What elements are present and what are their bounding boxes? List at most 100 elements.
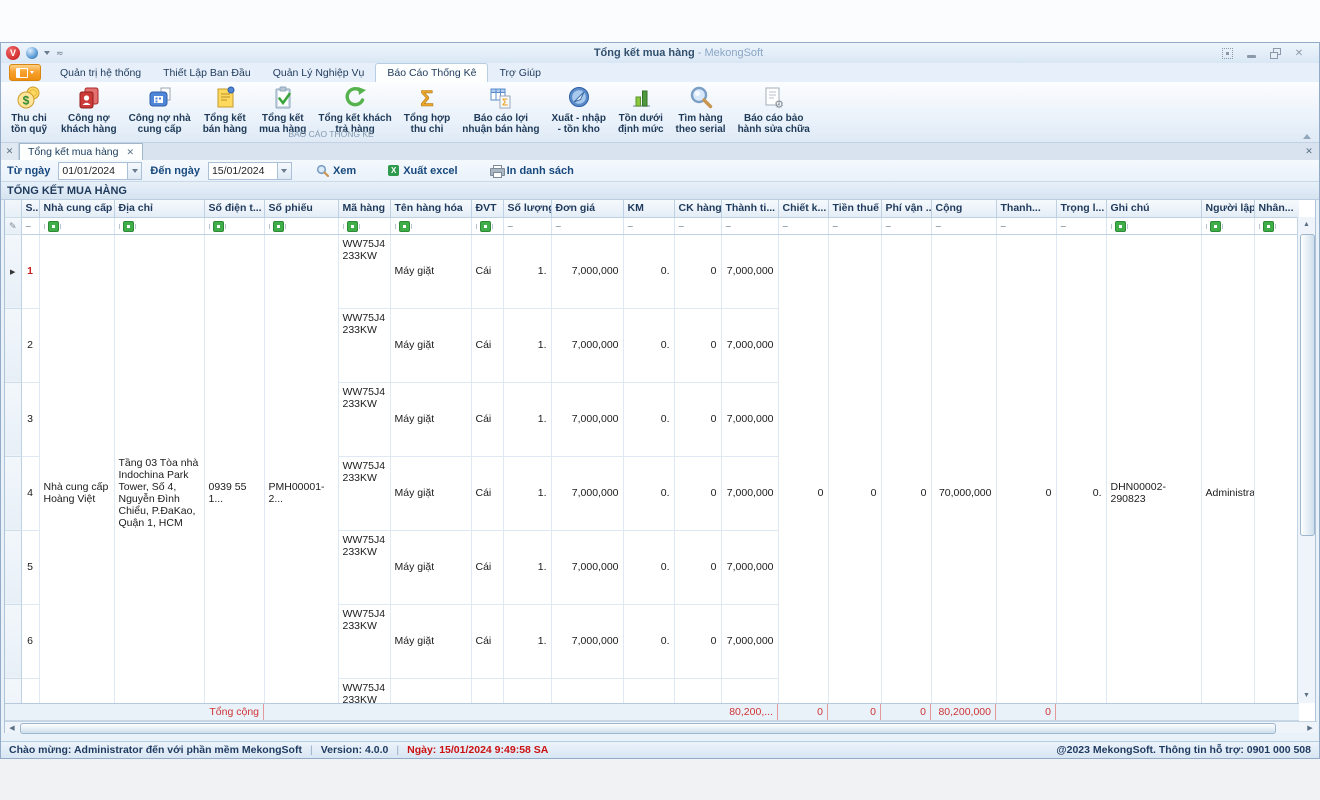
ribbon-button-profit-table[interactable]: ΣBáo cáo lợi nhuận bán hàng [456,82,545,135]
view-button[interactable]: Xem [312,164,360,177]
tab-close-icon[interactable]: ✕ [126,147,134,158]
filter-cell-dia-chi[interactable] [114,217,204,234]
filter-cell-nguoi-lap[interactable] [1201,217,1254,234]
column-header-ck-hang[interactable]: CK hàng [674,200,721,217]
fullscreen-button[interactable] [1221,47,1233,59]
cell-ten-hang-hoa[interactable]: Máy giặt [390,308,471,382]
cell-thanh-tien[interactable]: 7,000,000 [721,530,778,604]
cell-ck-hang[interactable]: 0 [674,530,721,604]
vertical-scrollbar[interactable]: ▲ ▼ [1297,217,1315,703]
from-date-input[interactable] [59,165,127,177]
cell-ten-hang-hoa[interactable]: Máy giặt [390,382,471,456]
cell-ck-hang[interactable]: 0 [674,678,721,703]
column-header-so-dien-thoai[interactable]: Số điện t... [204,200,264,217]
column-header-dvt[interactable]: ĐVT [471,200,503,217]
cell-don-gia[interactable]: 7,000,000 [551,234,623,308]
cell-ck-hang[interactable]: 0 [674,604,721,678]
vertical-scroll-thumb[interactable] [1300,234,1315,536]
column-header-nguoi-lap[interactable]: Người lập [1201,200,1254,217]
filter-cell-dvt[interactable] [471,217,503,234]
row-indicator[interactable]: ▶ [5,234,21,308]
cell-km[interactable]: 0. [623,308,674,382]
ribbon-button-serial-search[interactable]: Tìm hàng theo serial [670,82,732,135]
ribbon-button-sigma[interactable]: ΣTổng hợp thu chi [398,82,457,135]
cell-so-luong[interactable]: 1. [503,234,551,308]
column-header-so-phieu[interactable]: Số phiếu [264,200,338,217]
cell-dvt[interactable]: Cái [471,678,503,703]
filter-cell-ma-hang[interactable] [338,217,390,234]
column-header-tien-thue[interactable]: Tiền thuế [828,200,881,217]
from-date-dropdown-button[interactable] [127,163,141,179]
user-orb-icon[interactable] [26,47,38,59]
cell-so-luong[interactable]: 1. [503,530,551,604]
ribbon-button-purchase-clipboard[interactable]: Tổng kết mua hàng [253,82,312,135]
column-header-cong[interactable]: Cộng [931,200,996,217]
column-header-trong-luong[interactable]: Trọng l... [1056,200,1106,217]
cell-thanh-tien[interactable]: 7,000,000 [721,456,778,530]
cell-km[interactable]: 0. [623,678,674,703]
cell-ma-hang[interactable]: WW75J4233KW [338,308,390,382]
cell-so-luong[interactable]: 1. [503,308,551,382]
cell-so-luong[interactable]: 1. [503,604,551,678]
cell-ma-hang[interactable]: WW75J4233KW [338,382,390,456]
cell-don-gia[interactable]: 7,000,000 [551,678,623,703]
cell-dvt[interactable]: Cái [471,382,503,456]
cell-ma-hang[interactable]: WW75J4233KW [338,530,390,604]
minimize-button[interactable] [1245,47,1257,59]
filter-cell-km[interactable]: – [623,217,674,234]
cell-dvt[interactable]: Cái [471,604,503,678]
scroll-right-icon[interactable]: ▶ [1303,722,1317,733]
cell-stt[interactable]: 1 [21,234,39,308]
cell-thanh-tien[interactable]: 7,000,000 [721,308,778,382]
column-header-stt[interactable]: S... [21,200,39,217]
to-date-dropdown-button[interactable] [277,163,291,179]
cell-dvt[interactable]: Cái [471,530,503,604]
cell-stt[interactable]: 5 [21,530,39,604]
ribbon-button-returns-arrow[interactable]: Tổng kết khách trả hàng [312,82,397,135]
cell-ck-hang[interactable]: 0 [674,234,721,308]
ribbon-tab-quản-lý-nghiệp-vụ[interactable]: Quản Lý Nghiệp Vụ [262,64,376,82]
application-menu-button[interactable] [9,64,41,81]
cell-km[interactable]: 0. [623,604,674,678]
ribbon-button-coins[interactable]: $Thu chi tồn quỹ [3,82,55,135]
cell-ma-hang[interactable]: WW75J4233KW [338,234,390,308]
column-header-nha-cung-cap[interactable]: Nhà cung cấp [39,200,114,217]
column-header-chiet-khau[interactable]: Chiết k... [778,200,828,217]
cell-so-luong[interactable]: 1. [503,456,551,530]
cell-so-phieu[interactable]: PMH00001-2... [264,234,338,703]
ribbon-button-sales-note[interactable]: Tổng kết bán hàng [197,82,253,135]
ribbon-tab-báo-cáo-thống-kê[interactable]: Báo Cáo Thống Kê [375,63,488,82]
filter-cell-stt[interactable]: – [21,217,39,234]
horizontal-scrollbar[interactable]: ◀ ▶ [5,721,1317,733]
table-row[interactable]: ▶1Nhà cung cấp Hoàng ViệtTầng 03 Tòa nhà… [5,234,1299,308]
ribbon-tab-quản-trị-hệ-thống[interactable]: Quản trị hệ thống [49,64,152,82]
cell-ck-hang[interactable]: 0 [674,308,721,382]
cell-thanh-toan[interactable]: 0 [996,234,1056,703]
filter-cell-so-dien-thoai[interactable] [204,217,264,234]
filter-cell-ten-hang-hoa[interactable] [390,217,471,234]
ribbon-collapse-icon[interactable] [1303,134,1311,139]
cell-cong[interactable]: 70,000,000 [931,234,996,703]
cell-nhan-vien[interactable] [1254,234,1299,703]
quick-access-customize-icon[interactable]: ≂ [56,48,63,59]
cell-nguoi-lap[interactable]: Administrator [1201,234,1254,703]
filter-cell-tien-thue[interactable]: – [828,217,881,234]
column-header-don-gia[interactable]: Đơn giá [551,200,623,217]
cell-don-gia[interactable]: 7,000,000 [551,456,623,530]
cell-so-luong[interactable]: 1. [503,382,551,456]
restore-button[interactable] [1269,47,1281,59]
column-header-so-luong[interactable]: Số lượng [503,200,551,217]
row-indicator[interactable] [5,382,21,456]
cell-ten-hang-hoa[interactable]: Máy giặt [390,678,471,703]
row-indicator[interactable] [5,604,21,678]
filter-cell-ghi-chu[interactable] [1106,217,1201,234]
filter-cell-so-phieu[interactable] [264,217,338,234]
row-indicator[interactable] [5,456,21,530]
horizontal-scroll-thumb[interactable] [20,723,1276,734]
column-header-thanh-tien[interactable]: Thành ti... [721,200,778,217]
cell-ten-hang-hoa[interactable]: Máy giặt [390,234,471,308]
cell-km[interactable]: 0. [623,456,674,530]
cell-don-gia[interactable]: 7,000,000 [551,382,623,456]
cell-so-dien-thoai[interactable]: 0939 55 1... [204,234,264,703]
export-excel-button[interactable]: X Xuất excel [384,165,461,177]
